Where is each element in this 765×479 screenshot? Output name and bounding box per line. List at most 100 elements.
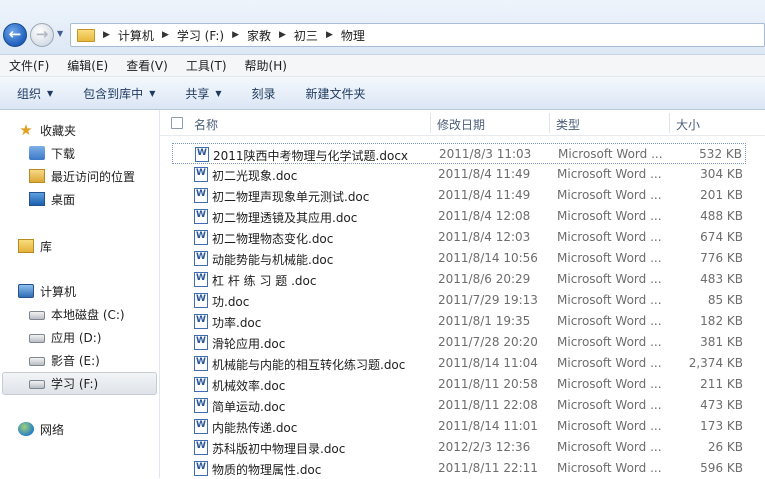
breadcrumb-arrow-icon[interactable]: ▶ bbox=[162, 30, 169, 40]
navigation-pane: ★ 收藏夹 下载 最近访问的位置 桌面 库 计算机 本地磁盘 (C:) 应用 (… bbox=[0, 110, 160, 478]
file-row[interactable]: 功率.doc 2011/8/1 19:35 Microsoft Word ... 18… bbox=[172, 311, 746, 332]
column-divider[interactable] bbox=[430, 113, 431, 133]
breadcrumb-arrow-icon[interactable]: ▶ bbox=[279, 30, 286, 40]
file-name: 内能热传递.doc bbox=[212, 421, 298, 435]
nav-drive-f[interactable]: 学习 (F:) bbox=[29, 373, 98, 393]
file-date: 2011/8/4 12:03 bbox=[438, 230, 531, 244]
file-date: 2011/8/11 20:58 bbox=[438, 377, 538, 391]
file-date: 2011/7/28 20:20 bbox=[438, 335, 538, 349]
share-button[interactable]: 共享 ▼ bbox=[185, 85, 221, 102]
file-type: Microsoft Word ... bbox=[557, 251, 662, 265]
include-in-library-button[interactable]: 包含到库中 ▼ bbox=[83, 85, 155, 102]
file-date: 2011/8/4 11:49 bbox=[438, 188, 531, 202]
file-row[interactable]: 初二物理透镜及其应用.doc 2011/8/4 12:08 Microsoft Wo… bbox=[172, 206, 746, 227]
file-row[interactable]: 杠 杆 练 习 题 .doc 2011/8/6 20:29 Microsoft Wo… bbox=[172, 269, 746, 290]
select-all-checkbox[interactable] bbox=[171, 117, 183, 129]
file-size: 473 KB bbox=[700, 398, 743, 412]
file-type: Microsoft Word ... bbox=[557, 419, 662, 433]
desktop-icon bbox=[29, 192, 45, 206]
menu-bar: 文件(F) 编辑(E) 查看(V) 工具(T) 帮助(H) bbox=[0, 55, 765, 77]
file-size: 596 KB bbox=[700, 461, 743, 475]
file-row[interactable]: 机械效率.doc 2011/8/11 20:58 Microsoft Word ..… bbox=[172, 374, 746, 395]
column-divider[interactable] bbox=[669, 113, 670, 133]
word-document-icon bbox=[194, 398, 208, 413]
file-row[interactable]: 苏科版初中物理目录.doc 2012/2/3 12:36 Microsoft Wor… bbox=[172, 437, 746, 458]
word-document-icon bbox=[194, 461, 208, 476]
hard-drive-icon bbox=[29, 357, 45, 366]
file-type: Microsoft Word ... bbox=[557, 167, 662, 181]
breadcrumb-drive-f[interactable]: 学习 (F:) bbox=[177, 27, 224, 44]
nav-label: 库 bbox=[40, 239, 53, 254]
breadcrumb-arrow-icon[interactable]: ▶ bbox=[232, 30, 239, 40]
file-date: 2011/8/14 10:56 bbox=[438, 251, 538, 265]
nav-drive-c[interactable]: 本地磁盘 (C:) bbox=[29, 304, 125, 324]
nav-network[interactable]: 网络 bbox=[18, 419, 64, 439]
menu-help[interactable]: 帮助(H) bbox=[245, 57, 287, 74]
file-row[interactable]: 滑轮应用.doc 2011/7/28 20:20 Microsoft Word ..… bbox=[172, 332, 746, 353]
forward-button[interactable]: → bbox=[30, 23, 54, 47]
file-date: 2011/8/11 22:11 bbox=[438, 461, 538, 475]
file-type: Microsoft Word ... bbox=[557, 377, 662, 391]
nav-label: 桌面 bbox=[51, 192, 76, 207]
file-row[interactable]: 初二光现象.doc 2011/8/4 11:49 Microsoft Word ..… bbox=[172, 164, 746, 185]
nav-desktop[interactable]: 桌面 bbox=[29, 189, 75, 209]
file-row[interactable]: 动能势能与机械能.doc 2011/8/14 10:56 Microsoft Wor… bbox=[172, 248, 746, 269]
file-size: 201 KB bbox=[700, 188, 743, 202]
nav-libraries[interactable]: 库 bbox=[18, 236, 52, 256]
breadcrumb-arrow-icon[interactable]: ▶ bbox=[103, 30, 110, 40]
nav-recent[interactable]: 最近访问的位置 bbox=[29, 166, 135, 186]
nav-computer[interactable]: 计算机 bbox=[18, 281, 76, 301]
breadcrumb-arrow-icon[interactable]: ▶ bbox=[326, 30, 333, 40]
organize-button[interactable]: 组织 ▼ bbox=[17, 85, 53, 102]
menu-edit[interactable]: 编辑(E) bbox=[67, 57, 108, 74]
file-row[interactable]: 机械能与内能的相互转化练习题.doc 2011/8/14 11:04 Microso… bbox=[172, 353, 746, 374]
nav-favorites[interactable]: ★ 收藏夹 bbox=[18, 120, 76, 140]
column-divider[interactable] bbox=[549, 113, 550, 133]
address-bar[interactable]: ▶ 计算机 ▶ 学习 (F:) ▶ 家教 ▶ 初三 ▶ 物理 bbox=[70, 23, 765, 47]
file-size: 304 KB bbox=[700, 167, 743, 181]
file-row[interactable]: 2011陕西中考物理与化学试题.docx 2011/8/3 11:03 Micros… bbox=[172, 143, 746, 164]
column-header: 名称 修改日期 类型 大小 bbox=[160, 110, 765, 136]
word-document-icon bbox=[194, 188, 208, 203]
breadcrumb-chusan[interactable]: 初三 bbox=[294, 27, 318, 44]
nav-drive-e[interactable]: 影音 (E:) bbox=[29, 350, 100, 370]
file-row[interactable]: 初二物理声现象单元测试.doc 2011/8/4 11:49 Microsoft W… bbox=[172, 185, 746, 206]
file-row[interactable]: 简单运动.doc 2011/8/11 22:08 Microsoft Word ..… bbox=[172, 395, 746, 416]
column-name[interactable]: 名称 bbox=[194, 116, 218, 133]
back-button[interactable]: ← bbox=[3, 23, 27, 47]
menu-view[interactable]: 查看(V) bbox=[126, 57, 168, 74]
chevron-down-icon: ▼ bbox=[47, 88, 54, 98]
menu-tools[interactable]: 工具(T) bbox=[186, 57, 227, 74]
file-type: Microsoft Word ... bbox=[557, 356, 662, 370]
file-row[interactable]: 初二物理物态变化.doc 2011/8/4 12:03 Microsoft Word… bbox=[172, 227, 746, 248]
breadcrumb-jiajiao[interactable]: 家教 bbox=[247, 27, 271, 44]
file-type: Microsoft Word ... bbox=[557, 293, 662, 307]
word-document-icon bbox=[194, 293, 208, 308]
column-type[interactable]: 类型 bbox=[556, 116, 580, 133]
new-folder-button[interactable]: 新建文件夹 bbox=[306, 85, 366, 102]
burn-button[interactable]: 刻录 bbox=[252, 85, 276, 102]
file-name: 初二物理物态变化.doc bbox=[212, 232, 334, 246]
file-name: 初二光现象.doc bbox=[212, 169, 298, 183]
column-size[interactable]: 大小 bbox=[676, 116, 700, 133]
organize-label: 组织 bbox=[17, 86, 42, 101]
breadcrumb-wuli[interactable]: 物理 bbox=[341, 27, 365, 44]
file-size: 211 KB bbox=[700, 377, 743, 391]
column-date[interactable]: 修改日期 bbox=[437, 116, 485, 133]
file-name: 2011陕西中考物理与化学试题.docx bbox=[213, 149, 409, 163]
file-type: Microsoft Word ... bbox=[557, 461, 662, 475]
file-type: Microsoft Word ... bbox=[557, 440, 662, 454]
file-row[interactable]: 内能热传递.doc 2011/8/14 11:01 Microsoft Word .… bbox=[172, 416, 746, 437]
word-document-icon bbox=[194, 230, 208, 245]
nav-drive-d[interactable]: 应用 (D:) bbox=[29, 327, 101, 347]
menu-file[interactable]: 文件(F) bbox=[9, 57, 49, 74]
recent-pages-dropdown-icon[interactable]: ▼ bbox=[57, 29, 63, 38]
word-document-icon bbox=[194, 209, 208, 224]
word-document-icon bbox=[194, 356, 208, 371]
nav-downloads[interactable]: 下载 bbox=[29, 143, 75, 163]
file-row[interactable]: 功.doc 2011/7/29 19:13 Microsoft Word ... 85… bbox=[172, 290, 746, 311]
nav-label: 最近访问的位置 bbox=[51, 169, 136, 184]
file-type: Microsoft Word ... bbox=[557, 335, 662, 349]
breadcrumb-computer[interactable]: 计算机 bbox=[118, 27, 154, 44]
file-row[interactable]: 物质的物理属性.doc 2011/8/11 22:11 Microsoft Word… bbox=[172, 458, 746, 479]
